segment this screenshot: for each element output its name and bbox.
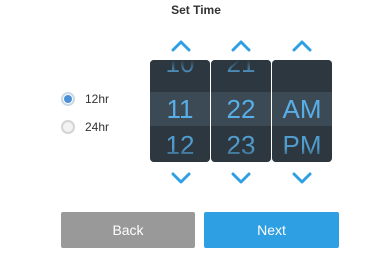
minute-selected-value: 22 <box>226 94 256 124</box>
format-option-24hr[interactable]: 24hr <box>61 120 109 134</box>
fade-bottom <box>211 148 271 162</box>
minute-up-button[interactable] <box>229 38 253 54</box>
period-up-button[interactable] <box>290 38 314 54</box>
hour-up-button[interactable] <box>169 38 193 54</box>
format-option-label: 24hr <box>85 120 110 134</box>
chevron-up-icon <box>231 40 251 52</box>
minute-wheel[interactable]: 21 22 23 <box>211 60 271 162</box>
period-selected-value: AM <box>282 94 322 124</box>
next-button[interactable]: Next <box>204 212 339 248</box>
chevron-down-icon <box>292 172 312 184</box>
fade-bottom <box>272 148 332 162</box>
minute-down-button[interactable] <box>229 170 253 186</box>
chevron-up-icon <box>292 40 312 52</box>
format-option-12hr[interactable]: 12hr <box>61 92 109 106</box>
period-down-button[interactable] <box>290 170 314 186</box>
page-title: Set Time <box>171 3 221 17</box>
back-button[interactable]: Back <box>61 212 195 248</box>
fade-top <box>272 60 332 74</box>
period-wheel[interactable]: AM PM <box>272 60 332 162</box>
fade-top <box>211 60 271 74</box>
fade-top <box>150 60 210 74</box>
chevron-up-icon <box>171 40 191 52</box>
radio-24hr[interactable] <box>61 120 75 134</box>
chevron-down-icon <box>231 172 251 184</box>
hour-selected-value: 11 <box>166 94 194 124</box>
hour-down-button[interactable] <box>169 170 193 186</box>
hour-wheel[interactable]: 10 11 12 <box>150 60 210 162</box>
format-option-label: 12hr <box>85 92 110 106</box>
fade-bottom <box>150 148 210 162</box>
radio-12hr[interactable] <box>61 92 75 106</box>
chevron-down-icon <box>171 172 191 184</box>
